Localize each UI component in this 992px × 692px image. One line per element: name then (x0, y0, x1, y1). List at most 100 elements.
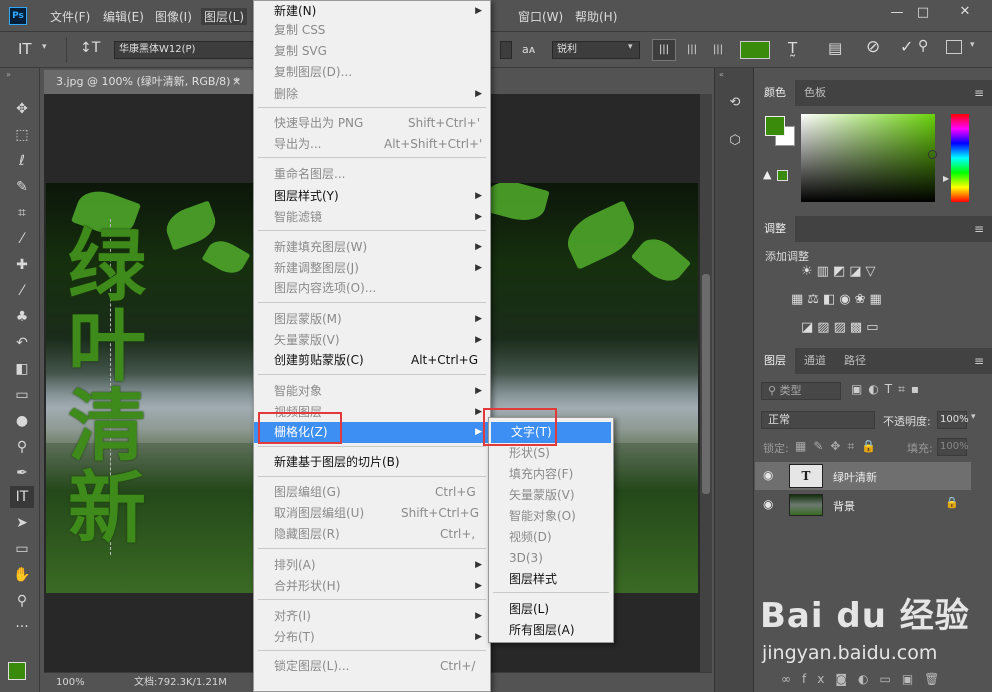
menu-item-new[interactable]: 新建(N) ▶ (254, 1, 490, 22)
workspace-icon[interactable] (946, 40, 962, 54)
menu-item-align[interactable]: 对齐(I) ▶ (254, 606, 490, 627)
menu-item-ungroup-layers[interactable]: 取消图层编组(U) Shift+Ctrl+G (254, 503, 490, 524)
rectangle-tool-icon[interactable]: ▭ (10, 538, 34, 560)
menu-item-quick-export-png[interactable]: 快速导出为 PNG Shift+Ctrl+' (254, 113, 490, 134)
history-panel-icon[interactable]: ⟲ (723, 92, 747, 114)
panel-menu-icon[interactable]: ≡ (974, 86, 984, 100)
blend-mode-select[interactable]: 正常 (761, 411, 875, 429)
menu-item-duplicate-layer[interactable]: 复制图层(D)... (254, 62, 490, 83)
lasso-tool-icon[interactable]: ℓ (10, 150, 34, 172)
3d-panel-icon[interactable]: ⬡ (723, 130, 747, 152)
menu-item-delete[interactable]: 删除 ▶ (254, 84, 490, 105)
scroll-thumb[interactable] (702, 274, 710, 494)
history-brush-tool-icon[interactable]: ↶ (10, 332, 34, 354)
color-lookup-icon[interactable]: ▦ (870, 292, 886, 307)
gradient-map-icon[interactable]: ▭ (866, 320, 882, 335)
hand-tool-icon[interactable]: ✋ (10, 564, 34, 586)
black-white-icon[interactable]: ◧ (823, 292, 839, 307)
chevron-down-icon[interactable]: ▾ (971, 412, 976, 422)
menu-item-arrange[interactable]: 排列(A) ▶ (254, 555, 490, 576)
gradient-tool-icon[interactable]: ▭ (10, 384, 34, 406)
opacity-input[interactable]: 100% (937, 411, 969, 429)
eraser-tool-icon[interactable]: ◧ (10, 358, 34, 380)
tab-swatches[interactable]: 色板 (795, 80, 835, 106)
type-tool-icon[interactable]: IT (10, 486, 34, 508)
eye-icon[interactable]: ◉ (763, 468, 773, 482)
toggle-text-orientation-icon[interactable]: ↕T (80, 40, 100, 56)
foreground-color-swatch[interactable] (8, 662, 26, 680)
foreground-color-swatch[interactable] (765, 116, 785, 136)
healing-brush-tool-icon[interactable]: ✚ (10, 254, 34, 276)
pen-tool-icon[interactable]: ✒ (10, 462, 34, 484)
curves-icon[interactable]: ◩ (833, 264, 849, 279)
hue-saturation-icon[interactable]: ▦ (791, 292, 807, 307)
submenu-item-all-layers[interactable]: 所有图层(A) (489, 620, 613, 641)
text-color-swatch[interactable] (740, 41, 770, 59)
layer-name[interactable]: 背景 (833, 498, 855, 514)
panel-menu-icon[interactable]: ≡ (974, 354, 984, 368)
lock-icons[interactable]: ▦✎✥⌗🔒 (795, 439, 883, 454)
menu-item-lock-layers[interactable]: 锁定图层(L)... Ctrl+/ (254, 656, 490, 677)
zoom-level[interactable]: 100% (56, 674, 85, 692)
menu-item-layer-mask[interactable]: 图层蒙版(M) ▶ (254, 309, 490, 330)
vibrance-icon[interactable]: ▽ (866, 264, 880, 279)
layer-row-text[interactable]: ◉ T 绿叶清新 (755, 462, 971, 490)
menu-item-distribute[interactable]: 分布(T) ▶ (254, 627, 490, 648)
align-left-icon[interactable]: ||| (652, 39, 676, 61)
font-size-field-edge[interactable] (500, 41, 512, 59)
chevron-down-icon[interactable]: ▾ (970, 40, 975, 50)
gamut-warning-icon[interactable]: ▲ (763, 168, 771, 181)
selective-color-icon[interactable]: ▩ (850, 320, 866, 335)
menu-item-export-as[interactable]: 导出为... Alt+Shift+Ctrl+' (254, 134, 490, 155)
collapse-icon[interactable]: » (6, 70, 11, 79)
threshold-icon[interactable]: ▨ (834, 320, 850, 335)
menu-help[interactable]: 帮助(H) (575, 8, 617, 25)
tab-adjustments[interactable]: 调整 (755, 216, 795, 242)
web-safe-swatch[interactable] (777, 170, 788, 181)
menu-image[interactable]: 图像(I) (155, 8, 192, 25)
hue-slider[interactable] (951, 114, 969, 202)
marquee-tool-icon[interactable]: ⬚ (10, 124, 34, 146)
minimize-button[interactable]: — (886, 3, 908, 23)
menu-item-hide-layers[interactable]: 隐藏图层(R) Ctrl+, (254, 524, 490, 545)
close-button[interactable]: ✕ (944, 0, 986, 24)
restore-button[interactable]: □ (912, 3, 934, 23)
crop-tool-icon[interactable]: ⌗ (10, 202, 34, 224)
menu-window[interactable]: 窗口(W) (518, 8, 563, 25)
exposure-icon[interactable]: ◪ (849, 264, 865, 279)
font-family-select[interactable]: 华康黑体W12(P) (114, 41, 254, 59)
menu-item-smart-filter[interactable]: 智能滤镜 ▶ (254, 207, 490, 228)
color-balance-icon[interactable]: ⚖ (807, 292, 823, 307)
color-picker-cursor[interactable] (928, 150, 937, 159)
vertical-scrollbar[interactable] (700, 94, 712, 672)
blur-tool-icon[interactable]: ● (10, 410, 34, 432)
submenu-item-video[interactable]: 视频(D) (489, 527, 613, 548)
fill-input[interactable]: 100% (937, 438, 969, 456)
posterize-icon[interactable]: ▨ (817, 320, 833, 335)
menu-item-new-layer-based-slice[interactable]: 新建基于图层的切片(B) (254, 452, 490, 473)
clone-stamp-tool-icon[interactable]: ♣ (10, 306, 34, 328)
type-tool-preset-icon[interactable]: IT (18, 40, 32, 58)
character-panel-icon[interactable]: ▤ (828, 39, 842, 57)
warp-text-icon[interactable]: T̰ (788, 39, 797, 57)
levels-icon[interactable]: ▥ (817, 264, 833, 279)
menu-item-copy-css[interactable]: 复制 CSS (254, 20, 490, 41)
menu-edit[interactable]: 编辑(E) (103, 8, 144, 25)
menu-item-smart-object[interactable]: 智能对象 ▶ (254, 381, 490, 402)
layer-row-background[interactable]: ◉ 背景 🔒 (755, 491, 971, 519)
layer-filter-select[interactable]: ⚲ 类型 (761, 382, 841, 400)
layer-name[interactable]: 绿叶清新 (833, 469, 877, 485)
menu-item-vector-mask[interactable]: 矢量蒙版(V) ▶ (254, 330, 490, 351)
cancel-icon[interactable]: ⊘ (866, 37, 880, 57)
submenu-item-fill-content[interactable]: 填充内容(F) (489, 464, 613, 485)
menu-item-create-clipping-mask[interactable]: 创建剪贴蒙版(C) Alt+Ctrl+G (254, 350, 490, 371)
commit-check-icon[interactable]: ✓ (900, 37, 913, 56)
channel-mixer-icon[interactable]: ❀ (855, 292, 870, 307)
more-tools-icon[interactable]: ··· (10, 616, 34, 638)
submenu-item-smart-object[interactable]: 智能对象(O) (489, 506, 613, 527)
color-field[interactable] (801, 114, 935, 202)
menu-item-group-layers[interactable]: 图层编组(G) Ctrl+G (254, 482, 490, 503)
menu-item-copy-svg[interactable]: 复制 SVG (254, 41, 490, 62)
submenu-item-3d[interactable]: 3D(3) (489, 548, 613, 569)
menu-item-layer-style[interactable]: 图层样式(Y) ▶ (254, 186, 490, 207)
